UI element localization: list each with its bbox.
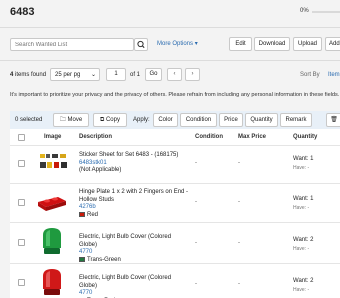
progress-bar [312, 11, 340, 13]
page-title: 6483 [10, 6, 35, 18]
move-button[interactable]: 🗀 Move [53, 113, 89, 127]
item-id-link[interactable]: 4276b [79, 204, 189, 212]
color-swatch [79, 256, 85, 262]
divider [10, 263, 340, 264]
item-id-link[interactable]: 4770 [79, 249, 189, 257]
list-item: Sticker Sheet for Set 6483 - (168175) 64… [79, 152, 189, 175]
search-input[interactable] [10, 38, 134, 51]
prev-page-button[interactable]: ‹ [167, 68, 182, 81]
edit-button[interactable]: Edit [229, 37, 252, 51]
divider [10, 145, 340, 146]
per-page-select[interactable]: 25 per pg ⌄ [50, 68, 100, 81]
condition-value[interactable]: - [195, 240, 197, 246]
list-item: Electric, Light Bulb Cover (Colored Glob… [79, 234, 189, 264]
col-description: Description [79, 134, 113, 140]
item-id-link[interactable]: 6483stk01 [79, 160, 189, 168]
col-max-price: Max Price [238, 134, 267, 140]
col-condition: Condition [195, 134, 223, 140]
page-count: of 1 [130, 72, 141, 78]
list-item: Hinge Plate 1 x 2 with 2 Fingers on End … [79, 189, 189, 219]
upload-button[interactable]: Upload [293, 37, 322, 51]
item-id-link[interactable]: 4770 [79, 290, 189, 298]
items-found-label: items found [15, 72, 47, 78]
next-page-button[interactable]: › [185, 68, 200, 81]
divider [0, 60, 340, 61]
chevron-right-icon: › [191, 71, 194, 77]
condition-value[interactable]: - [195, 160, 197, 166]
condition-value[interactable]: - [195, 281, 197, 287]
copy-icon: ⧉ [100, 117, 105, 123]
list-item: Electric, Light Bulb Cover (Colored Glob… [79, 275, 189, 298]
divider [0, 27, 340, 28]
max-price-value[interactable]: - [238, 160, 240, 166]
color-swatch [79, 211, 85, 217]
apply-price-button[interactable]: Price [219, 113, 243, 127]
have-quantity: Have: - [293, 287, 310, 293]
item-name: Hinge Plate 1 x 2 with 2 Fingers on End … [79, 189, 189, 203]
more-options-label: More Options [157, 41, 194, 47]
have-quantity: Have: - [293, 205, 310, 211]
item-color: Trans-Green [87, 256, 121, 263]
apply-remark-button[interactable]: Remark [280, 113, 312, 127]
search-icon [137, 40, 145, 49]
search-button[interactable] [134, 38, 148, 51]
copy-label: Copy [105, 117, 120, 123]
item-image-bulb-cover-green[interactable] [40, 226, 64, 260]
want-quantity[interactable]: Want: 1 [293, 196, 313, 202]
divider [10, 222, 340, 223]
item-name: Electric, Light Bulb Cover (Colored Glob… [79, 234, 172, 248]
sort-by-label: Sort By [300, 72, 320, 78]
folder-icon: 🗀 [59, 117, 66, 123]
condition-value[interactable]: - [195, 199, 197, 205]
delete-button[interactable]: 🗑 [326, 113, 340, 127]
selected-count: 0 selected [15, 117, 43, 123]
select-all-checkbox[interactable] [18, 134, 25, 141]
move-label: Move [67, 117, 83, 123]
item-image-hinge-plate[interactable] [36, 192, 70, 216]
col-quantity: Quantity [293, 134, 318, 140]
progress-label: 0% [300, 8, 309, 14]
items-found: 4 items found [10, 72, 46, 78]
max-price-value[interactable]: - [238, 281, 240, 287]
row-checkbox[interactable] [18, 239, 25, 246]
want-quantity[interactable]: Want: 2 [293, 278, 313, 284]
copy-button[interactable]: ⧉ Copy [93, 113, 127, 127]
apply-quantity-button[interactable]: Quantity [245, 113, 278, 127]
per-page-value: 25 per pg [55, 72, 81, 78]
row-checkbox[interactable] [18, 160, 25, 167]
item-color: (Not Applicable) [79, 167, 122, 173]
page-input[interactable]: 1 [106, 68, 126, 81]
have-quantity: Have: - [293, 246, 310, 252]
trash-icon: 🗑 [330, 117, 338, 123]
items-found-count: 4 [10, 72, 14, 78]
sort-by-select[interactable]: Item [328, 72, 340, 78]
row-checkbox[interactable] [18, 279, 25, 286]
download-button[interactable]: Download [254, 37, 290, 51]
apply-label: Apply: [133, 117, 150, 123]
want-quantity[interactable]: Want: 1 [293, 156, 313, 162]
privacy-notice: It's important to prioritize your privac… [10, 92, 340, 98]
more-options-link[interactable]: More Options ▾ [157, 40, 198, 47]
divider [10, 183, 340, 184]
chevron-down-icon: ▾ [194, 41, 198, 47]
add-button[interactable]: Add [325, 37, 340, 51]
max-price-value[interactable]: - [238, 240, 240, 246]
item-image-sticker-sheet[interactable] [38, 150, 70, 176]
have-quantity: Have: - [293, 165, 310, 171]
item-name: Electric, Light Bulb Cover (Colored Glob… [79, 275, 172, 289]
item-image-bulb-cover-red[interactable] [40, 267, 64, 298]
apply-condition-button[interactable]: Condition [180, 113, 217, 127]
want-quantity[interactable]: Want: 2 [293, 237, 313, 243]
apply-color-button[interactable]: Color [153, 113, 178, 127]
chevron-down-icon: ⌄ [90, 72, 96, 78]
go-button[interactable]: Go [145, 68, 162, 81]
col-image: Image [44, 134, 62, 140]
item-color: Red [87, 211, 99, 218]
chevron-left-icon: ‹ [173, 71, 176, 77]
item-name: Sticker Sheet for Set 6483 - (168175) [79, 152, 179, 158]
row-checkbox[interactable] [18, 199, 25, 206]
max-price-value[interactable]: - [238, 199, 240, 205]
